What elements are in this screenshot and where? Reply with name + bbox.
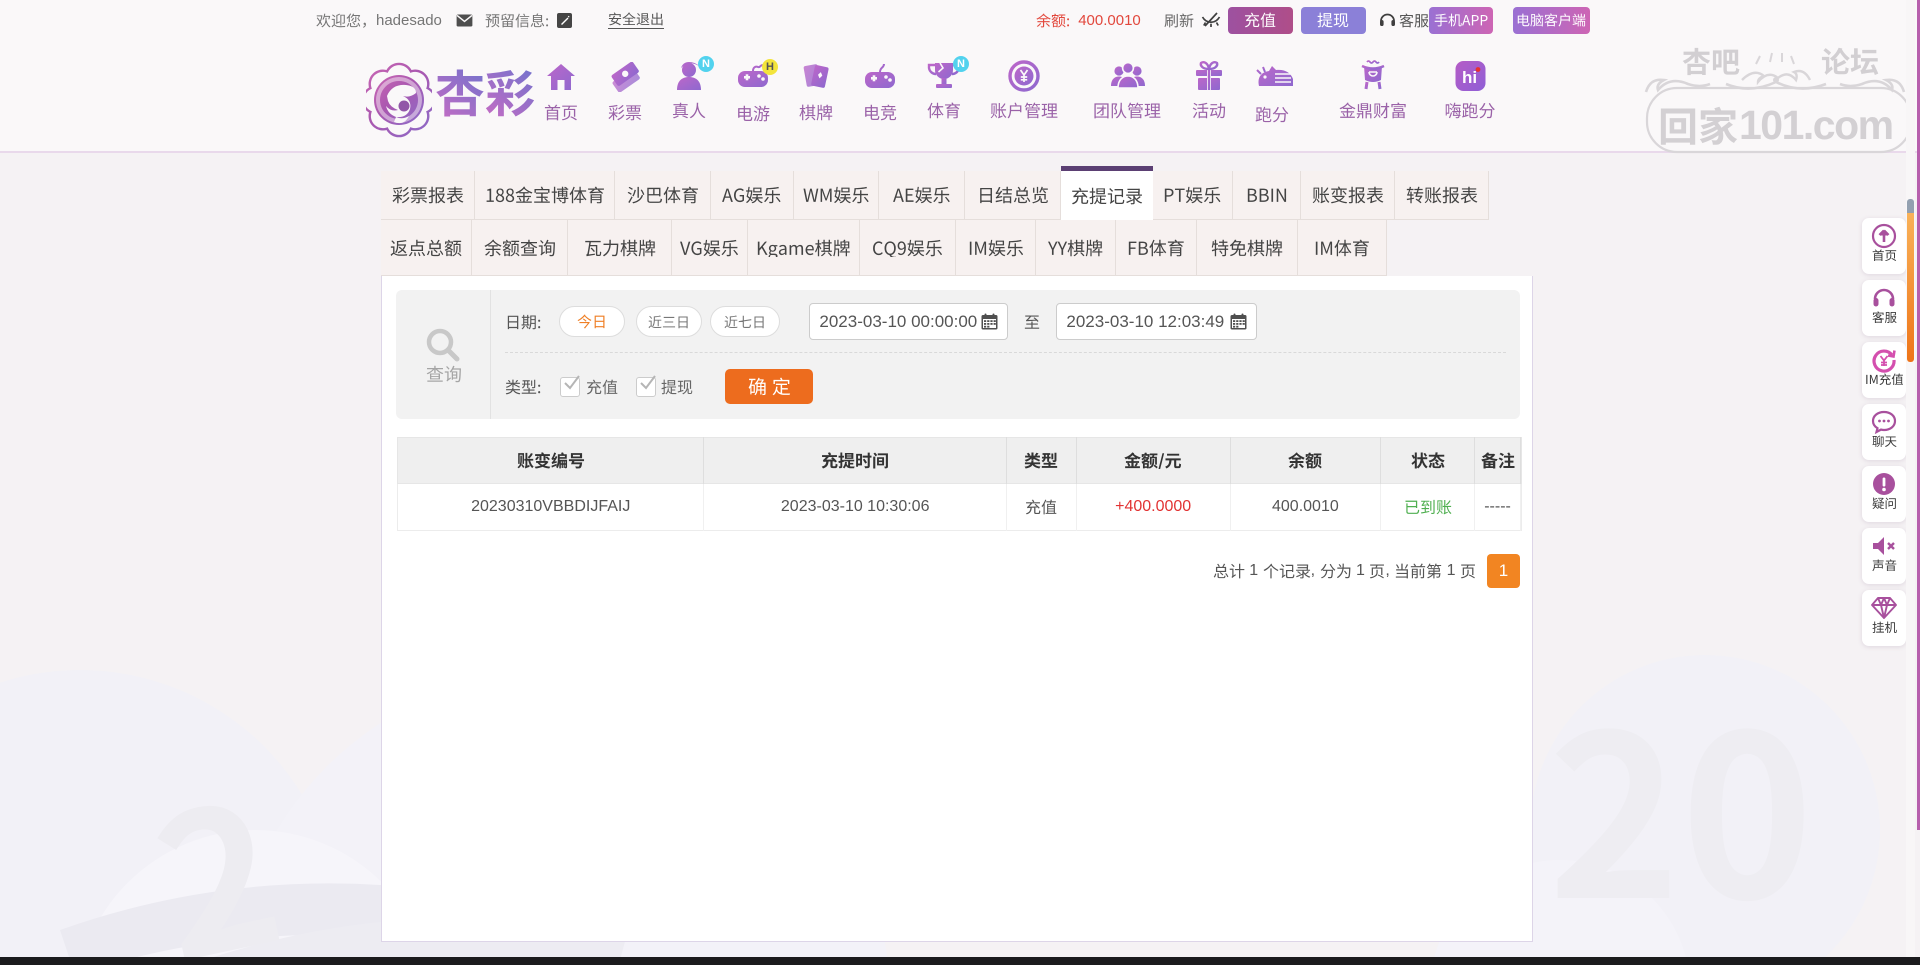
svg-text:hi: hi — [1461, 68, 1476, 87]
